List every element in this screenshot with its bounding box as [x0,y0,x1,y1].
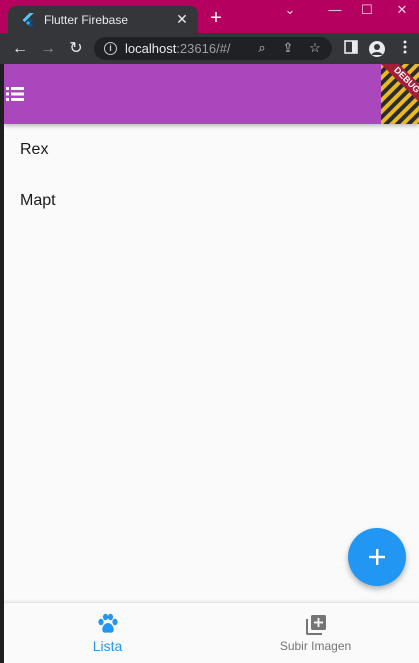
screen: Flutter Firebase ✕ + ⌄ — ☐ ✕ ← → ↻ i loc… [0,0,419,663]
tab-close-icon[interactable]: ✕ [174,11,190,27]
profile-avatar-icon[interactable] [369,41,385,57]
bottom-nav-item-subir-imagen[interactable]: Subir Imagen [212,603,419,663]
forward-icon[interactable]: → [38,39,58,59]
add-photo-library-icon [305,615,326,635]
bottom-nav-item-lista[interactable]: Lista [4,603,211,663]
zoom-icon[interactable]: ⌕ [254,40,270,56]
browser-toolbar: ← → ↻ i localhost :23616/#/ ⌕ ⇪ ☆ [0,33,419,64]
address-bar[interactable]: i localhost :23616/#/ ⌕ ⇪ ☆ [94,37,332,60]
browser-tab[interactable]: Flutter Firebase ✕ [8,6,198,33]
tab-search-icon[interactable]: ⌄ [280,2,300,18]
share-icon[interactable]: ⇪ [280,40,296,56]
list-icon[interactable] [6,86,26,102]
pet-list: Rex Mapt [4,124,419,226]
back-icon[interactable]: ← [10,39,30,59]
url-host: localhost [125,41,177,56]
info-icon[interactable]: i [104,42,117,55]
url-path: :23616/#/ [176,41,231,56]
reload-icon[interactable]: ↻ [66,39,86,59]
minimize-icon[interactable]: — [325,2,345,18]
side-panel-icon[interactable] [342,40,360,58]
tab-title: Flutter Firebase [44,12,129,27]
list-item[interactable]: Mapt [4,175,419,226]
app-viewport: DEBUG Rex Mapt Lista Subir Imagen [4,64,419,663]
bottom-navigation-bar: Lista Subir Imagen [4,602,419,663]
list-item[interactable]: Rex [4,124,419,175]
add-fab-button[interactable] [348,528,406,586]
app-bar: DEBUG [4,64,419,124]
add-icon [369,549,385,565]
browser-title-bar: Flutter Firebase ✕ + ⌄ — ☐ ✕ [0,0,419,33]
paw-icon [97,613,118,633]
debug-banner: DEBUG [381,64,419,124]
window-close-icon[interactable]: ✕ [392,2,412,18]
flutter-icon [20,12,36,28]
new-tab-button[interactable]: + [206,8,226,28]
bottom-nav-label: Lista [92,638,123,654]
menu-kebab-icon[interactable] [396,40,414,58]
bookmark-icon[interactable]: ☆ [307,40,323,56]
maximize-icon[interactable]: ☐ [357,2,377,18]
bottom-nav-label: Subir Imagen [279,639,352,653]
